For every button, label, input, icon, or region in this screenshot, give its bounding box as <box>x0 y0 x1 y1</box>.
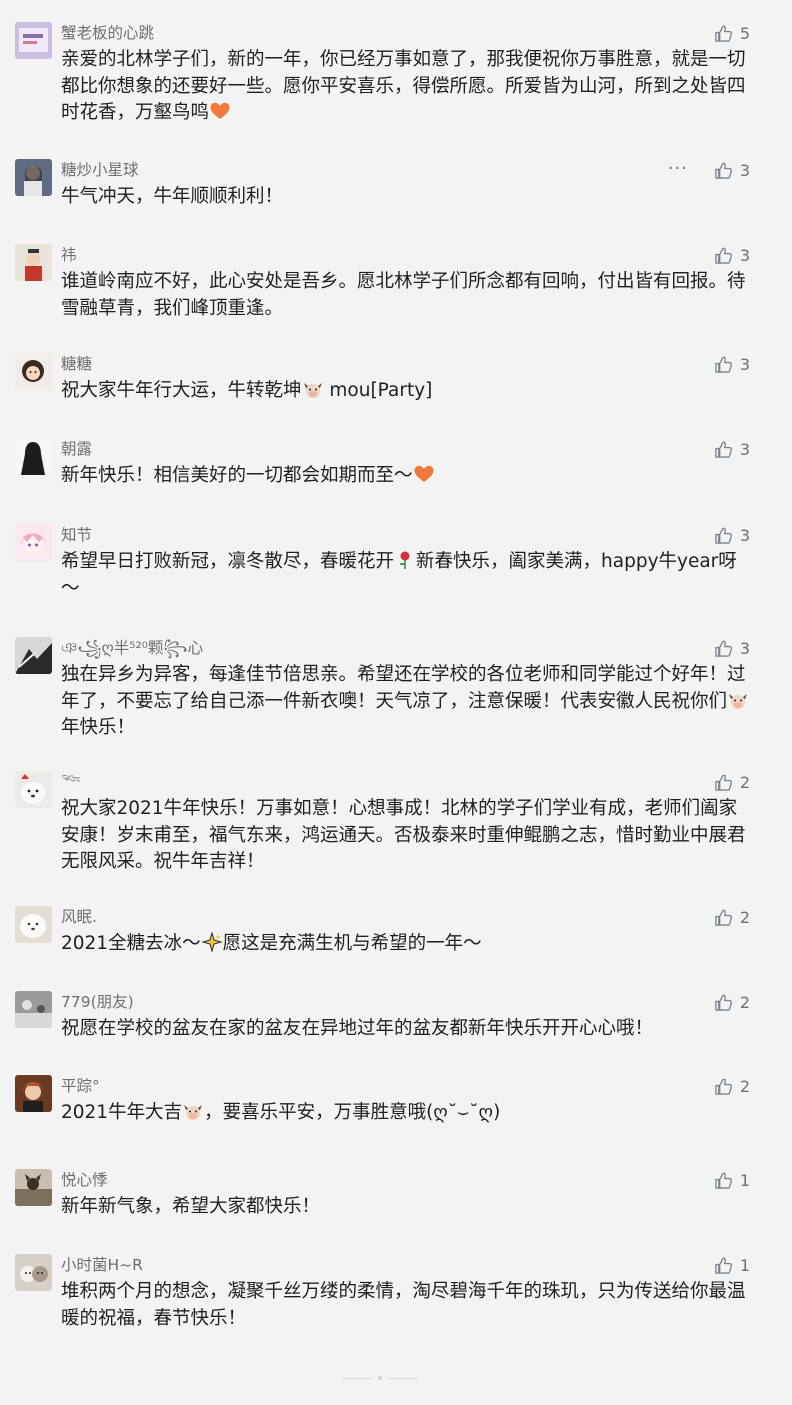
nickname[interactable]: 朝露 <box>61 439 92 459</box>
rose-emoji-icon <box>400 551 410 569</box>
thumbs-up-icon <box>715 1172 732 1189</box>
nickname[interactable]: 779(朋友) <box>61 992 134 1012</box>
divider <box>388 1377 418 1379</box>
like-button[interactable]: 2 <box>714 906 750 928</box>
avatar[interactable] <box>15 159 52 196</box>
nickname[interactable]: 糖糖 <box>61 354 92 374</box>
like-count: 2 <box>739 992 750 1012</box>
thumbs-up-icon <box>715 1078 732 1095</box>
like-count: 2 <box>739 1076 750 1096</box>
comment-text: 2021牛年大吉 ，要喜乐平安，万事胜意哦(ღ˘⌣˘ღ) <box>61 1102 501 1123</box>
comment-text: 祝愿在学校的盆友在家的盆友在异地过年的盆友都新年快乐开开心心哦！ <box>61 1018 654 1039</box>
nickname[interactable]: 𓆝 <box>61 772 81 792</box>
avatar[interactable] <box>15 771 52 808</box>
like-button[interactable]: 3 <box>714 159 750 181</box>
nickname[interactable]: 风眠. <box>61 907 97 927</box>
comment-text: 独在异乡为异客，每逢佳节倍思亲。希望还在学校的各位老师和同学能过个好年！过年了，… <box>61 662 751 742</box>
thumbs-up-icon <box>715 994 732 1011</box>
avatar[interactable] <box>15 438 52 475</box>
avatar[interactable] <box>15 1169 52 1206</box>
like-count: 2 <box>739 907 750 927</box>
like-button[interactable]: 2 <box>714 991 750 1013</box>
avatar[interactable] <box>15 353 52 390</box>
avatar[interactable] <box>15 244 52 281</box>
comment-text: 牛气冲天，牛年顺顺利利！ <box>61 186 284 207</box>
like-button[interactable]: 1 <box>714 1254 750 1276</box>
like-count: 1 <box>739 1170 750 1190</box>
thumbs-up-icon <box>715 1257 732 1274</box>
heart-emoji-icon <box>210 102 230 119</box>
comment-text: 祝大家牛年行大运，牛转乾坤 mou[Party] <box>61 380 433 401</box>
avatar[interactable] <box>15 637 52 674</box>
like-count: 3 <box>739 354 750 374</box>
like-button[interactable]: 3 <box>714 244 750 266</box>
thumbs-up-icon <box>715 441 732 458</box>
nickname[interactable]: 蟹老板的心跳 <box>61 23 154 43</box>
nickname[interactable]: 祎 <box>61 245 77 265</box>
like-button[interactable]: 2 <box>714 771 750 793</box>
like-button[interactable]: 3 <box>714 353 750 375</box>
like-count: 1 <box>739 1255 750 1275</box>
avatar[interactable] <box>15 524 52 561</box>
loading-dot <box>378 1376 382 1380</box>
nickname[interactable]: 悦心悸 <box>61 1170 108 1190</box>
thumbs-up-icon <box>715 640 732 657</box>
heart-emoji-icon <box>414 465 434 482</box>
like-button[interactable]: 1 <box>714 1169 750 1191</box>
nickname[interactable]: 小时菌H~R <box>61 1255 143 1275</box>
thumbs-up-icon <box>715 527 732 544</box>
load-more-indicator <box>342 1376 424 1380</box>
cow-emoji-icon <box>184 1105 203 1120</box>
thumbs-up-icon <box>715 909 732 926</box>
avatar[interactable] <box>15 906 52 943</box>
avatar[interactable] <box>15 22 52 59</box>
like-button[interactable]: 3 <box>714 438 750 460</box>
nickname[interactable]: 平踪° <box>61 1076 100 1096</box>
thumbs-up-icon <box>715 25 732 42</box>
nickname[interactable]: ঞ꧁ღ半⁵²⁰颗꧂心 <box>61 638 203 658</box>
thumbs-up-icon <box>715 774 732 791</box>
cow-emoji-icon <box>729 693 748 709</box>
comment-text: 新年快乐！相信美好的一切都会如期而至～ <box>61 463 751 490</box>
like-count: 5 <box>739 23 750 43</box>
like-count: 2 <box>739 772 750 792</box>
like-count: 3 <box>739 638 750 658</box>
like-count: 3 <box>739 439 750 459</box>
like-button[interactable]: 3 <box>714 524 750 546</box>
like-count: 3 <box>739 525 750 545</box>
thumbs-up-icon <box>715 356 732 373</box>
cow-emoji-icon <box>303 383 322 398</box>
thumbs-up-icon <box>715 247 732 264</box>
more-options-button[interactable]: ··· <box>668 160 688 178</box>
like-button[interactable]: 5 <box>714 22 750 44</box>
comment-text: 祝大家2021牛年快乐！万事如意！心想事成！北林的学子们学业有成，老师们阖家安康… <box>61 798 746 872</box>
avatar[interactable] <box>15 991 52 1028</box>
comment-text: 2021全糖去冰～ 愿这是充满生机与希望的一年～ <box>61 932 482 954</box>
like-count: 3 <box>739 160 750 180</box>
comment-text: 亲爱的北林学子们，新的一年，你已经万事如意了，那我便祝你万事胜意，就是一切都比你… <box>61 49 746 123</box>
nickname[interactable]: 糖炒小星球 <box>61 160 139 180</box>
like-button[interactable]: 3 <box>714 637 750 659</box>
like-button[interactable]: 2 <box>714 1075 750 1097</box>
divider <box>342 1377 372 1379</box>
avatar[interactable] <box>15 1075 52 1112</box>
comment-text: 希望早日打败新冠，凛冬散尽，春暖花开 新春快乐，阖家美满，happy牛year呀～ <box>61 551 737 599</box>
comment-text: 谁道岭南应不好，此心安处是吾乡。愿北林学子们所念都有回响，付出皆有回报。待雪融草… <box>61 271 746 319</box>
sparkle-emoji-icon <box>200 932 223 952</box>
comment-text: 新年新气象，希望大家都快乐！ <box>61 1196 321 1217</box>
thumbs-up-icon <box>715 162 732 179</box>
nickname[interactable]: 知节 <box>61 525 92 545</box>
like-count: 3 <box>739 245 750 265</box>
avatar[interactable] <box>15 1254 52 1291</box>
comment-text: 堆积两个月的想念，凝聚千丝万缕的柔情，淘尽碧海千年的珠玑，只为传送给你最温暖的祝… <box>61 1281 746 1329</box>
